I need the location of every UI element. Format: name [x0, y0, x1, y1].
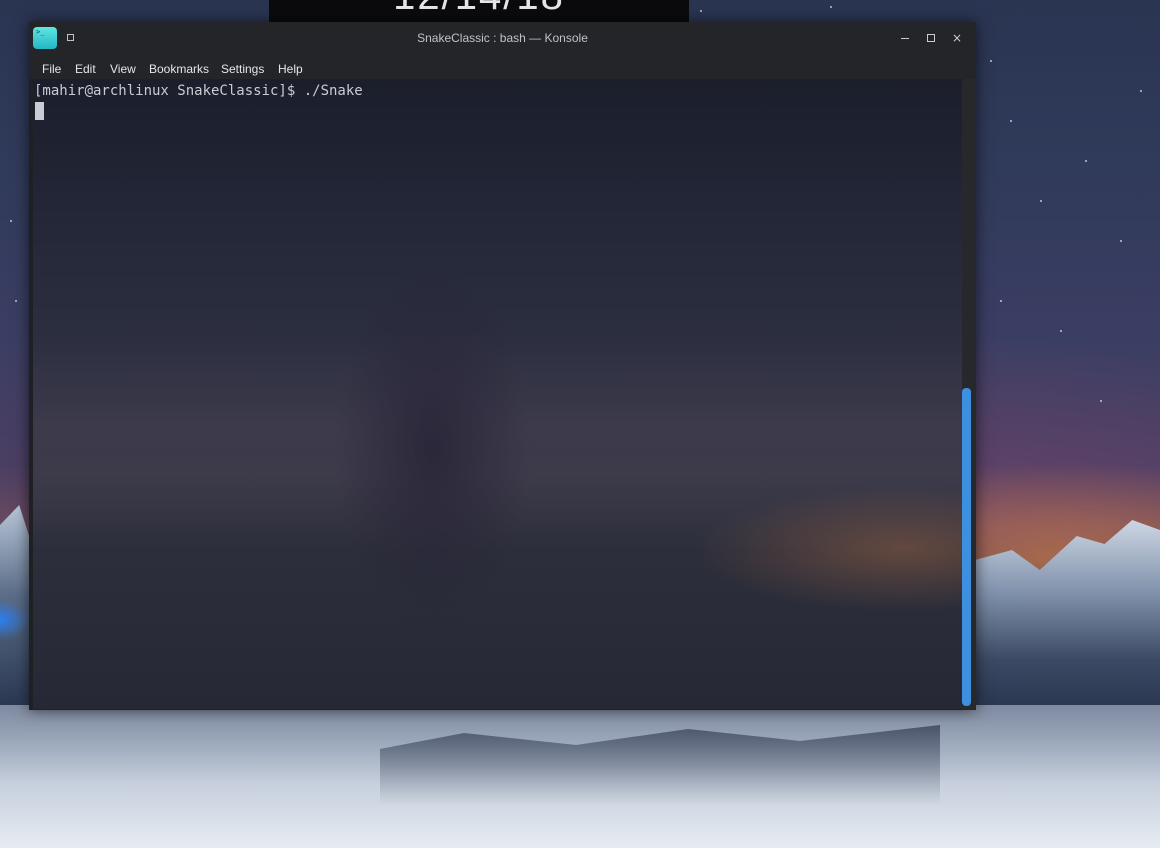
terminal-area[interactable]: [mahir@archlinux SnakeClassic]$ ./Snake — [33, 79, 962, 709]
menu-settings[interactable]: Settings — [221, 62, 264, 76]
star — [990, 60, 992, 62]
blue-glow — [0, 600, 30, 640]
date-widget: 12/14/18 — [269, 0, 689, 22]
menu-help[interactable]: Help — [278, 62, 303, 76]
star — [1060, 330, 1062, 332]
star — [1120, 240, 1122, 242]
window-title: SnakeClassic : bash — Konsole — [417, 31, 588, 45]
menu-bar: File Edit View Bookmarks Settings Help — [29, 55, 976, 79]
title-bar[interactable]: SnakeClassic : bash — Konsole × — [29, 22, 976, 55]
star — [830, 6, 832, 8]
maximize-button[interactable] — [923, 30, 939, 46]
terminal-cursor — [35, 102, 44, 120]
menu-file[interactable]: File — [42, 62, 61, 76]
scrollbar-thumb[interactable] — [962, 388, 971, 706]
star — [1040, 200, 1042, 202]
snowfield — [0, 705, 1160, 848]
terminal-prompt-line: [mahir@archlinux SnakeClassic]$ ./Snake — [34, 83, 363, 99]
close-button[interactable]: × — [949, 30, 965, 46]
mountain-right — [975, 520, 1160, 720]
star — [1010, 120, 1012, 122]
star — [700, 10, 702, 12]
star — [1085, 160, 1087, 162]
star — [15, 300, 17, 302]
date-widget-text: 12/14/18 — [269, 0, 689, 19]
menu-edit[interactable]: Edit — [75, 62, 96, 76]
konsole-window[interactable]: SnakeClassic : bash — Konsole × File Edi… — [29, 22, 976, 710]
star — [1140, 90, 1142, 92]
minimize-button[interactable] — [897, 30, 913, 46]
menu-bookmarks[interactable]: Bookmarks — [149, 62, 209, 76]
star — [1100, 400, 1102, 402]
star — [1000, 300, 1002, 302]
star — [10, 220, 12, 222]
menu-view[interactable]: View — [110, 62, 136, 76]
desktop: 12/14/18 SnakeClassic : bash — Konsole ×… — [0, 0, 1160, 848]
